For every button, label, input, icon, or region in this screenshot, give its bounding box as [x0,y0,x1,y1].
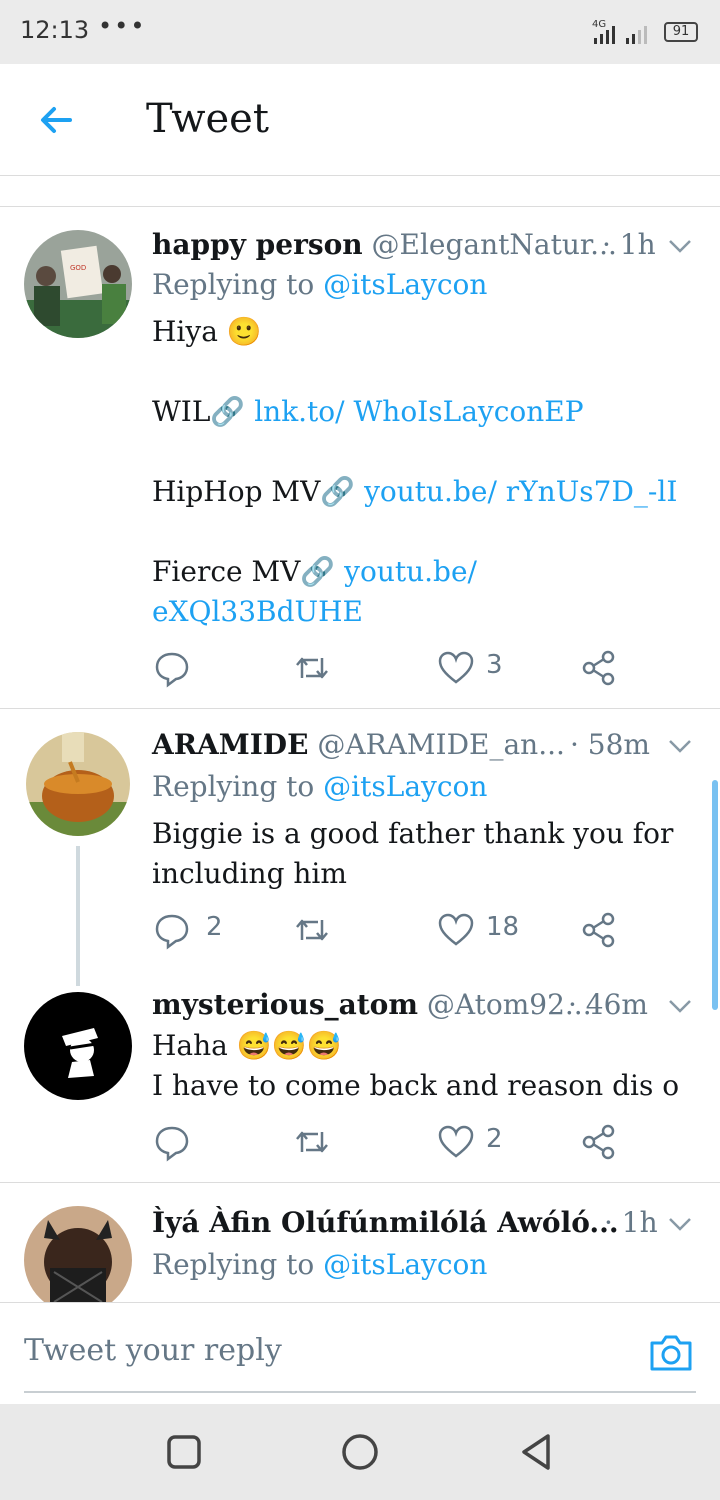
tweet-text: including him [152,857,347,890]
mention-link[interactable]: @itsLaycon [323,770,487,803]
tweet-item[interactable]: GOD happy person @ElegantNatur... · 1h R… [0,228,720,708]
heart-icon [438,651,474,684]
avatar[interactable]: GOD [24,230,132,338]
app-header: Tweet [0,64,720,176]
reply-composer: Tweet your reply [0,1302,720,1404]
tweet-link[interactable]: youtu.be/ [344,555,477,588]
divider [0,206,720,207]
battery-indicator: 91 [664,22,698,42]
tweet-text: Haha 😅😅😅 [152,1029,342,1062]
reply-count: 2 [206,912,223,942]
display-name[interactable]: ARAMIDE [152,728,308,761]
svg-text:GOD: GOD [70,264,86,272]
heart-icon [438,913,474,946]
reply-icon [155,652,189,688]
replying-label: Replying to [152,770,324,803]
display-name[interactable]: mysterious_atom [152,988,418,1021]
user-handle[interactable]: @ARAMIDE_an... [317,728,565,761]
home-icon[interactable] [340,1432,380,1472]
tweet-text: Biggie is a good father thank you for [152,817,674,850]
like-count: 18 [486,912,520,942]
chevron-down-icon[interactable] [668,996,692,1016]
camera-icon[interactable] [648,1331,694,1373]
share-icon [582,912,615,948]
tweet-actions: 2 [152,1122,622,1162]
tweet-header: happy person @ElegantNatur... [152,228,672,268]
heart-icon [438,1125,474,1158]
chevron-down-icon[interactable] [668,236,692,256]
like-count: 2 [486,1124,503,1154]
tweet-header: Ìyá Àfin Olúfúnmilólá Awóló... [152,1206,672,1246]
back-arrow-icon[interactable] [36,100,76,140]
system-nav-bar [0,1404,720,1500]
tweet-actions: 3 [152,648,622,688]
display-name[interactable]: Ìyá Àfin Olúfúnmilólá Awóló... [152,1206,619,1239]
mention-link[interactable]: @itsLaycon [323,1248,487,1281]
retweet-icon [296,919,328,941]
tweet-actions: 2 18 [152,910,622,950]
status-time: 12:13 [20,16,90,44]
tweet-item[interactable]: Ìyá Àfin Olúfúnmilólá Awóló... · 1h Repl… [0,1206,720,1302]
tweet-item[interactable]: mysterious_atom @Atom92... · 46m Haha 😅😅… [0,988,720,1168]
replying-to: Replying to @itsLaycon [152,268,487,301]
avatar[interactable] [24,1206,132,1302]
input-underline [24,1391,696,1393]
user-handle[interactable]: @ElegantNatur... [372,228,617,261]
chevron-down-icon[interactable] [668,1214,692,1234]
user-handle[interactable]: @Atom92... [427,988,592,1021]
share-icon [582,650,615,686]
retweet-icon [296,657,328,679]
text-span: Fierce MV🔗 [152,555,345,588]
tweet-text: Hiya 🙂 [152,315,262,348]
text-span: WIL🔗 [152,395,255,428]
tweet-time: · 46m [568,988,648,1021]
tweet-item[interactable]: ARAMIDE @ARAMIDE_an... · 58m Replying to… [0,728,720,968]
replying-label: Replying to [152,268,324,301]
back-icon[interactable] [516,1432,556,1472]
display-name[interactable]: happy person [152,228,363,261]
retweet-icon [296,1131,328,1153]
tweet-time: · 1h [604,1206,658,1239]
tweet-text: I have to come back and reason dis o [152,1069,680,1102]
page-title: Tweet [146,96,269,142]
tweet-text-line: WIL🔗 lnk.to/ WhoIsLayconEP [152,392,584,432]
reply-icon [155,1126,189,1162]
avatar[interactable] [26,732,130,836]
share-icon [582,1124,615,1160]
tweet-time: · 1h [602,228,656,261]
divider [0,1182,720,1183]
scrollbar[interactable] [712,780,718,1010]
divider [0,708,720,709]
status-bar: 12:13 ••• 4G 91 [0,0,720,64]
mention-link[interactable]: @itsLaycon [323,268,487,301]
replying-to: Replying to @itsLaycon [152,1248,487,1281]
tweet-text-line: Fierce MV🔗 youtu.be/ [152,552,477,592]
signal-icon: 4G [592,19,647,44]
like-count: 3 [486,650,503,680]
text-span: HipHop MV🔗 [152,475,365,508]
tweet-text-line: HipHop MV🔗 youtu.be/ rYnUs7D_-lI [152,472,677,512]
tweet-link[interactable]: lnk.to/ WhoIsLayconEP [254,395,583,428]
avatar[interactable] [24,992,132,1100]
tweet-link[interactable]: eXQl33BdUHE [152,595,363,628]
notification-dots: ••• [98,12,147,40]
replying-label: Replying to [152,1248,324,1281]
network-type: 4G [592,19,606,30]
tweet-text-line: eXQl33BdUHE [152,592,363,632]
tweet-time: · 58m [570,728,650,761]
chevron-down-icon[interactable] [668,736,692,756]
tweet-link[interactable]: youtu.be/ rYnUs7D_-lI [364,475,677,508]
replying-to: Replying to @itsLaycon [152,770,487,803]
recent-apps-icon[interactable] [164,1432,204,1472]
reply-input[interactable]: Tweet your reply [24,1333,282,1368]
reply-icon [155,914,189,950]
